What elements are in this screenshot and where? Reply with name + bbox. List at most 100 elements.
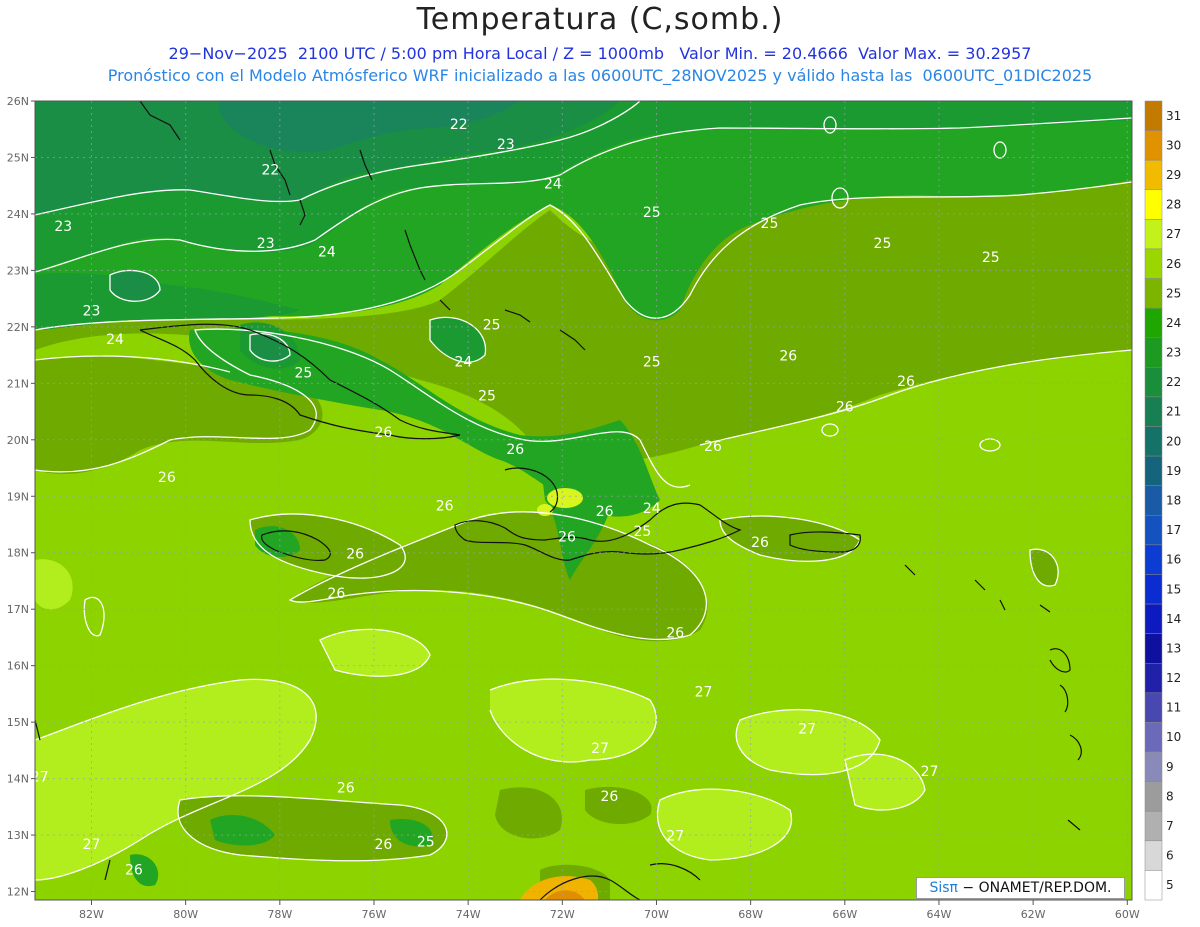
colorbar-swatch: [1144, 307, 1163, 338]
lat-tick-label: 23N: [7, 264, 29, 277]
contour-label: 25: [633, 524, 651, 540]
contour-label: 26: [600, 789, 618, 805]
contour-label: 26: [506, 442, 524, 458]
colorbar-label: 28: [1166, 198, 1181, 212]
colorbar-label: 24: [1166, 316, 1181, 330]
colorbar-swatch: [1144, 663, 1163, 694]
temperature-map: 22 23 22 23 24 25 25 23 24 25 25 23 25 24 26 24 25 25 26 26…: [7, 95, 1182, 921]
colorbar-swatch: [1144, 485, 1163, 516]
colorbar-label: 7: [1166, 819, 1174, 833]
lon-tick-label: 66W: [832, 908, 857, 921]
colorbar-swatch: [1144, 603, 1163, 634]
lon-tick-label: 78W: [267, 908, 292, 921]
colorbar-label: 21: [1166, 405, 1181, 419]
contour-label: 27: [921, 764, 939, 780]
colorbar-label: 26: [1166, 257, 1181, 271]
lon-tick-label: 70W: [644, 908, 669, 921]
contour-label: 26: [125, 863, 143, 879]
contour-label: 26: [374, 425, 392, 441]
contour-label: 26: [836, 400, 854, 416]
colorbar-label: 27: [1166, 227, 1181, 241]
lon-tick-label: 72W: [550, 908, 575, 921]
contour-label: 27: [591, 741, 609, 757]
lat-tick-label: 21N: [7, 377, 29, 390]
colorbar-label: 14: [1166, 612, 1181, 626]
contour-label: 26: [704, 439, 722, 455]
lat-tick-label: 15N: [7, 716, 29, 729]
contour-label: 27: [666, 829, 684, 845]
colorbar-label: 11: [1166, 701, 1181, 715]
colorbar-label: 30: [1166, 138, 1181, 152]
colorbar-label: 15: [1166, 582, 1181, 596]
colorbar-label: 5: [1166, 878, 1174, 892]
colorbar-swatch: [1144, 426, 1163, 457]
contour-label: 27: [31, 769, 49, 785]
lat-tick-label: 20N: [7, 434, 29, 447]
colorbar-label: 13: [1166, 641, 1181, 655]
contour-label: 25: [643, 205, 661, 221]
lat-tick-label: 19N: [7, 490, 29, 503]
contour-label: 24: [544, 177, 562, 193]
colorbar-swatch: [1144, 219, 1163, 250]
contour-label: 26: [337, 781, 355, 797]
contour-label: 25: [874, 236, 892, 252]
lat-tick-label: 24N: [7, 208, 29, 221]
colorbar-label: 25: [1166, 286, 1181, 300]
lat-tick-label: 18N: [7, 547, 29, 560]
contour-label: 27: [798, 721, 816, 737]
contour-label: 26: [158, 470, 176, 486]
lon-tick-label: 62W: [1021, 908, 1046, 921]
lat-tick-label: 16N: [7, 660, 29, 673]
lon-tick-label: 68W: [738, 908, 763, 921]
colorbar-swatch: [1144, 189, 1163, 220]
colorbar-label: 16: [1166, 553, 1181, 567]
lon-tick-label: 64W: [927, 908, 952, 921]
lat-tick-label: 26N: [7, 95, 29, 108]
lat-tick-label: 13N: [7, 829, 29, 842]
colorbar-label: 10: [1166, 730, 1181, 744]
colorbar-swatch: [1144, 692, 1163, 723]
contour-label: 25: [643, 354, 661, 370]
colorbar-swatch: [1144, 159, 1163, 191]
colorbar-label: 6: [1166, 849, 1174, 863]
contour-label: 24: [106, 332, 124, 348]
credit-text: − ONAMET/REP.DOM.: [957, 880, 1112, 896]
lat-tick-label: 12N: [7, 886, 29, 899]
contour-label: 26: [751, 535, 769, 551]
lat-tick-label: 17N: [7, 603, 29, 616]
colorbar-swatch: [1144, 633, 1163, 664]
contour-label: 23: [497, 137, 515, 153]
colorbar-swatch: [1144, 278, 1163, 309]
lon-tick-label: 60W: [1115, 908, 1140, 921]
contour-label: 24: [318, 244, 336, 260]
contour-label: 23: [257, 236, 275, 252]
colorbar-label: 12: [1166, 671, 1181, 685]
colorbar-swatch: [1144, 396, 1163, 427]
lon-tick-label: 76W: [362, 908, 387, 921]
colorbar-swatch: [1144, 455, 1163, 486]
colorbar-legend: 31 30 29 28 27 26 25 24 23 22 21 20 19 18 17 16 15 14 13 12…: [1144, 100, 1181, 901]
contour-label: 26: [436, 498, 454, 514]
colorbar-label: 23: [1166, 346, 1181, 360]
lon-tick-label: 74W: [456, 908, 481, 921]
contour-label: 26: [346, 546, 364, 562]
colorbar-label: 31: [1166, 109, 1181, 123]
colorbar-label: 9: [1166, 760, 1174, 774]
contour-label: 25: [982, 250, 1000, 266]
colorbar-swatch: [1144, 367, 1163, 398]
contour-label: 25: [417, 834, 435, 850]
contour-label: 26: [374, 837, 392, 853]
colorbar-swatch: [1144, 100, 1163, 131]
contour-label: 22: [450, 117, 468, 133]
colorbar-label: 19: [1166, 464, 1181, 478]
sispi-logo-text: Sisπ: [929, 880, 958, 896]
colorbar-label: 22: [1166, 375, 1181, 389]
colorbar-swatch: [1144, 248, 1163, 279]
colorbar-swatch: [1144, 870, 1163, 901]
contour-label: 22: [261, 162, 279, 178]
lon-tick-label: 82W: [79, 908, 104, 921]
lat-tick-label: 22N: [7, 321, 29, 334]
colorbar-swatch: [1144, 544, 1163, 575]
colorbar-label: 8: [1166, 789, 1174, 803]
colorbar-swatch: [1144, 574, 1163, 605]
